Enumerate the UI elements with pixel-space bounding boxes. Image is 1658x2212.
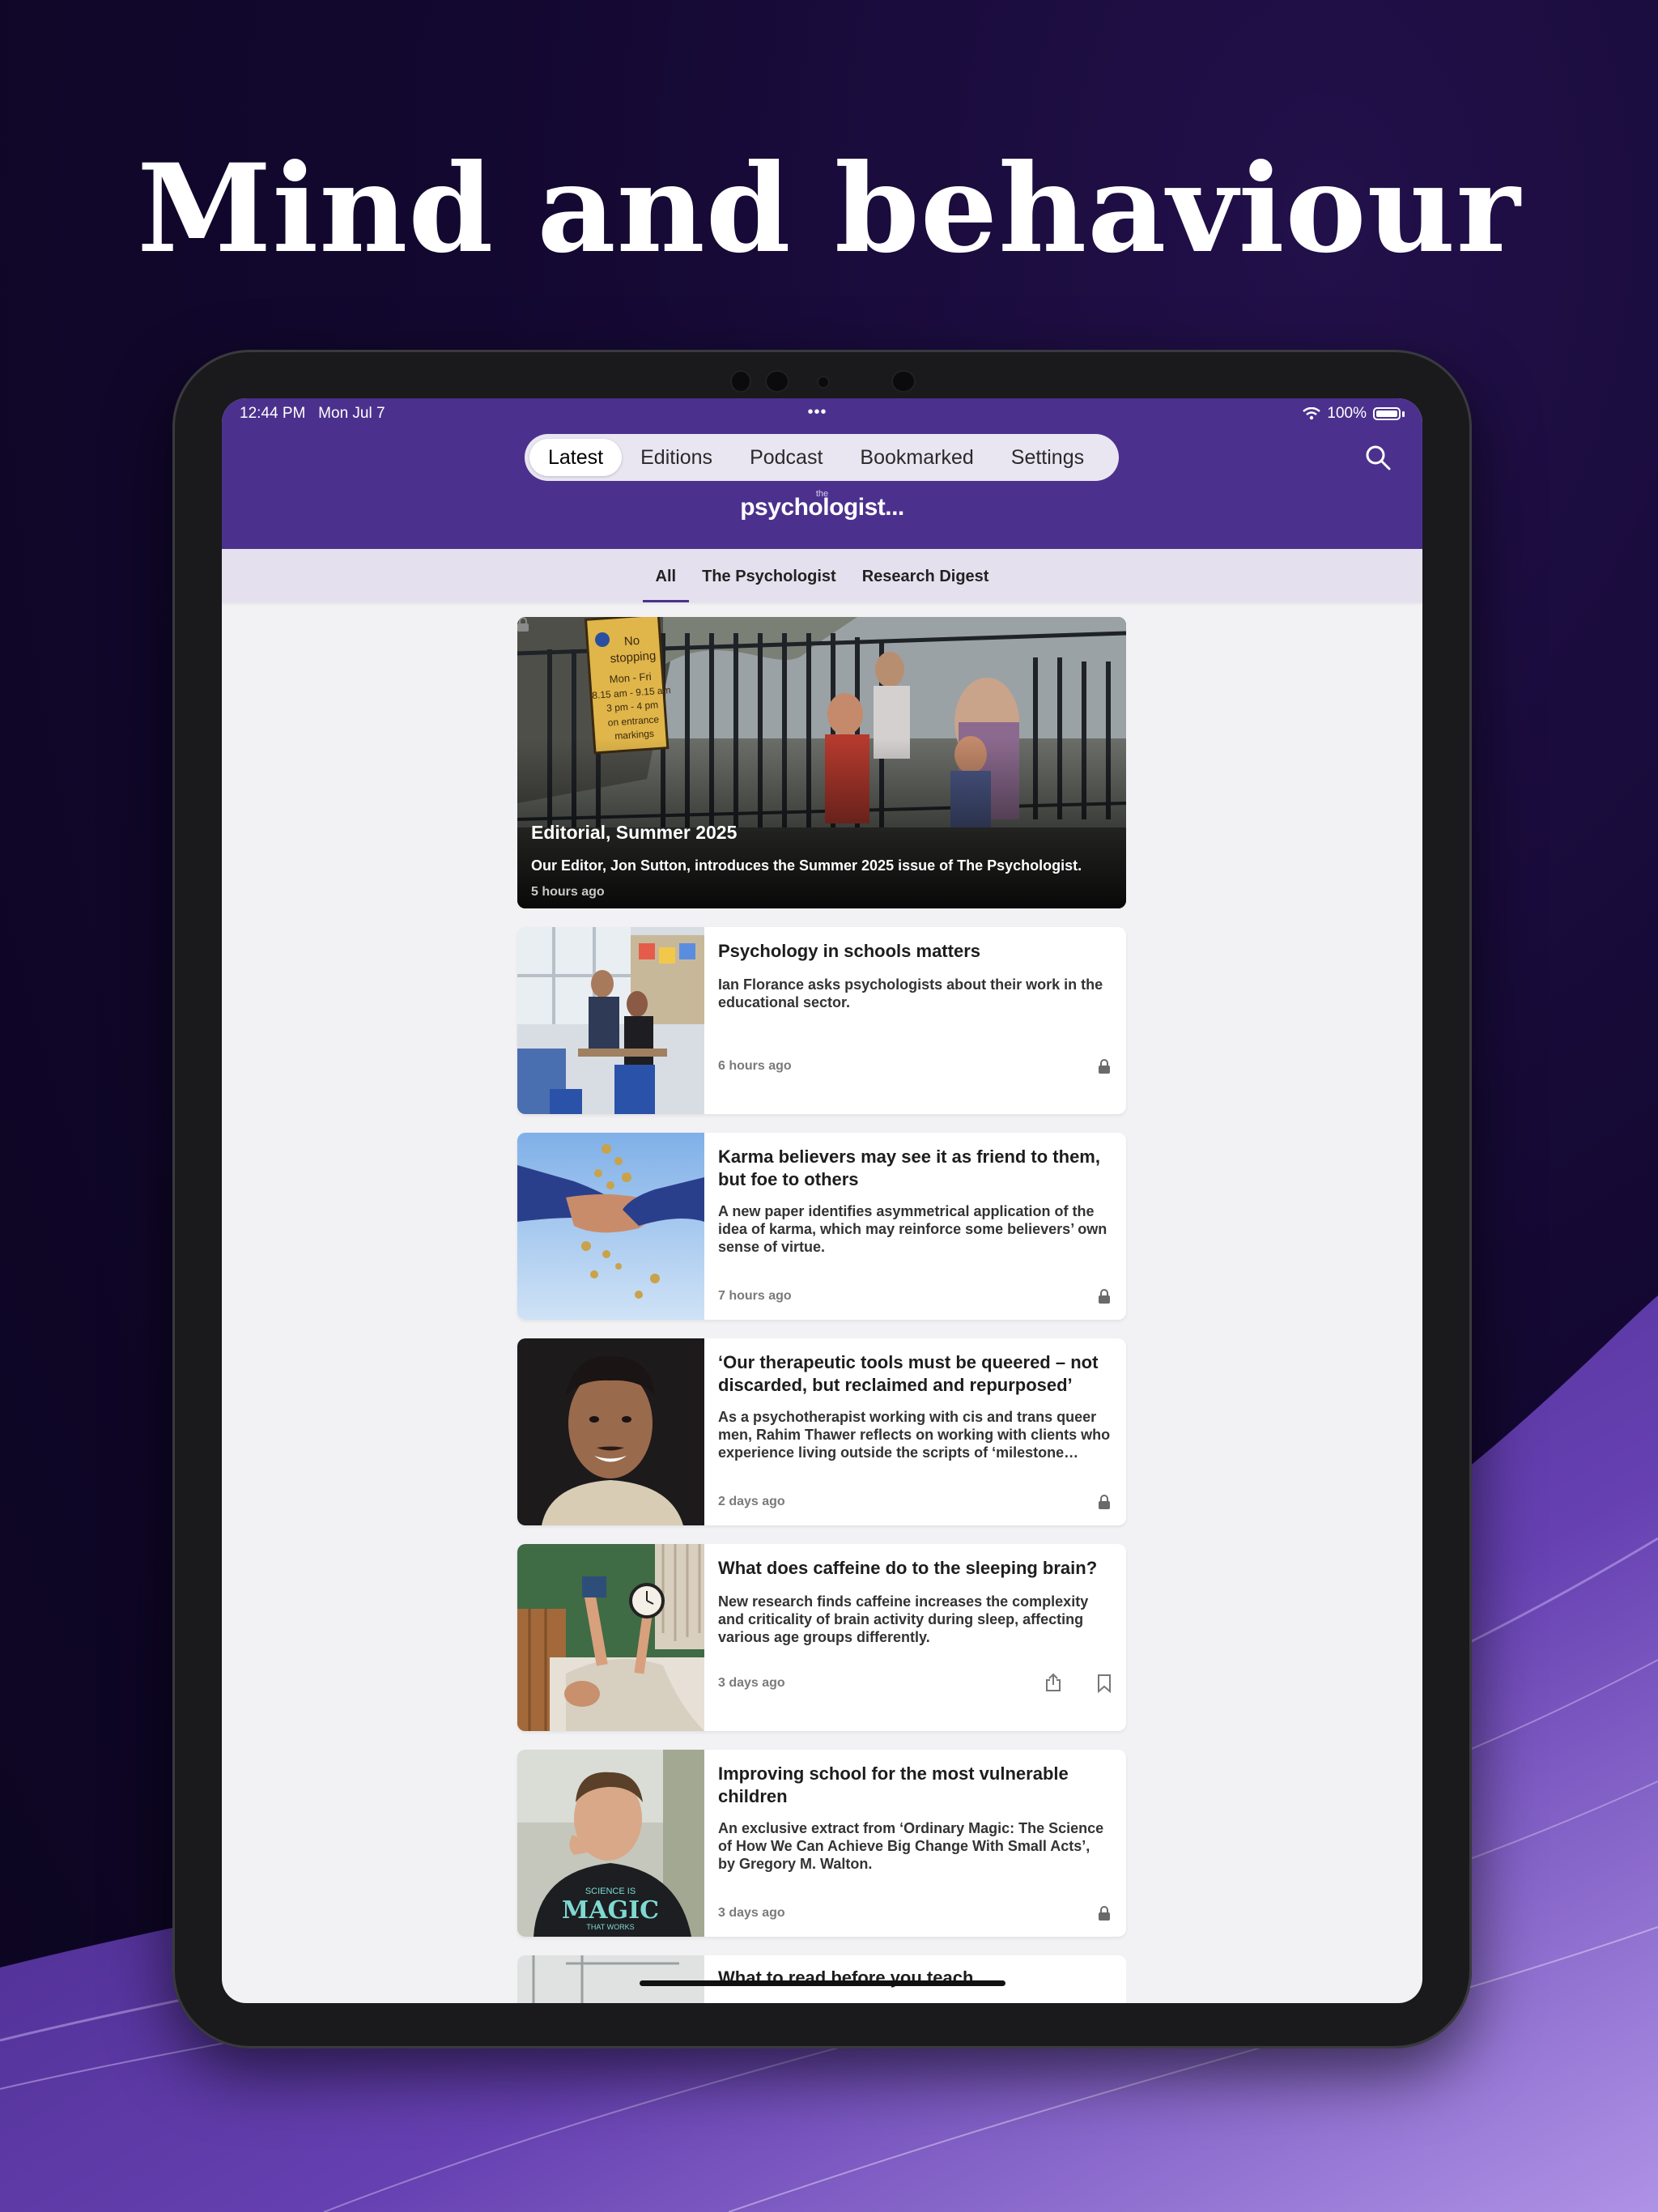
camera-sensor bbox=[817, 376, 830, 389]
camera-lens bbox=[730, 370, 751, 393]
tab-settings[interactable]: Settings bbox=[993, 439, 1103, 476]
article-feed: No stopping Mon - Fri 8.15 am - 9.15 am … bbox=[517, 617, 1126, 2003]
article-timestamp: 3 days ago bbox=[718, 1676, 785, 1690]
status-bar: 12:44 PM Mon Jul 7 ••• 100% bbox=[240, 403, 1405, 429]
multitask-dots[interactable]: ••• bbox=[808, 403, 827, 422]
bookmark-icon[interactable] bbox=[1097, 1674, 1112, 1693]
lock-icon bbox=[1099, 1059, 1110, 1074]
wifi-icon bbox=[1303, 407, 1321, 420]
ipad-frame: 12:44 PM Mon Jul 7 ••• 100% Latest Editi… bbox=[172, 350, 1472, 2048]
home-indicator[interactable] bbox=[640, 1980, 1005, 1986]
article-summary: As a psychotherapist working with cis an… bbox=[718, 1409, 1111, 1461]
article-timestamp: 6 hours ago bbox=[718, 1059, 792, 1073]
article-timestamp: 7 hours ago bbox=[718, 1289, 792, 1303]
article-title: Improving school for the most vulnerable… bbox=[718, 1763, 1069, 1806]
hero-timestamp: 5 hours ago bbox=[531, 885, 605, 899]
tab-podcast[interactable]: Podcast bbox=[731, 439, 841, 476]
camera-lens bbox=[891, 370, 916, 393]
tab-bookmarked[interactable]: Bookmarked bbox=[841, 439, 992, 476]
tab-latest[interactable]: Latest bbox=[529, 439, 623, 476]
lock-icon bbox=[517, 617, 529, 632]
article-title: Psychology in schools matters bbox=[718, 941, 980, 961]
shirt-print-line1: SCIENCE IS bbox=[585, 1887, 636, 1896]
share-icon[interactable] bbox=[1045, 1673, 1061, 1692]
filter-all[interactable]: All bbox=[642, 549, 690, 602]
article-card[interactable]: Karma believers may see it as friend to … bbox=[517, 1133, 1126, 1320]
lock-icon bbox=[1099, 1495, 1110, 1509]
app-screen: 12:44 PM Mon Jul 7 ••• 100% Latest Editi… bbox=[222, 398, 1422, 2003]
headline: Mind and behaviour bbox=[137, 138, 1521, 280]
search-icon[interactable] bbox=[1364, 444, 1392, 471]
article-thumbnail bbox=[517, 1955, 704, 2003]
article-title: What does caffeine do to the sleeping br… bbox=[718, 1558, 1098, 1578]
hero-summary: Our Editor, Jon Sutton, introduces the S… bbox=[531, 857, 1082, 874]
hero-article-card[interactable]: No stopping Mon - Fri 8.15 am - 9.15 am … bbox=[517, 617, 1126, 908]
status-right: 100% bbox=[1303, 405, 1405, 423]
status-time: 12:44 PM Mon Jul 7 bbox=[240, 405, 385, 422]
article-thumbnail bbox=[517, 1133, 704, 1320]
filter-the-psychologist[interactable]: The Psychologist bbox=[689, 549, 849, 602]
article-summary: An exclusive extract from ‘Ordinary Magi… bbox=[718, 1820, 1104, 1872]
article-summary: New research finds caffeine increases th… bbox=[718, 1593, 1089, 1645]
lock-icon bbox=[1099, 1289, 1110, 1304]
article-title: Karma believers may see it as friend to … bbox=[718, 1146, 1100, 1189]
article-thumbnail: SCIENCE IS MAGIC THAT WORKS bbox=[517, 1750, 704, 1937]
article-card[interactable]: What does caffeine do to the sleeping br… bbox=[517, 1544, 1126, 1731]
camera-lens bbox=[765, 370, 789, 393]
article-card[interactable]: Psychology in schools matters Ian Floran… bbox=[517, 927, 1126, 1114]
article-thumbnail bbox=[517, 1544, 704, 1731]
tab-editions[interactable]: Editions bbox=[622, 439, 731, 476]
battery-percent: 100% bbox=[1327, 405, 1367, 422]
filter-bar: All The Psychologist Research Digest bbox=[222, 549, 1422, 602]
article-thumbnail bbox=[517, 927, 704, 1114]
article-timestamp: 3 days ago bbox=[718, 1906, 785, 1920]
filter-research-digest[interactable]: Research Digest bbox=[849, 549, 1002, 602]
article-summary: A new paper identifies asymmetrical appl… bbox=[718, 1203, 1107, 1255]
psychologist-logo: the psychologist... bbox=[740, 489, 904, 521]
top-bar: 12:44 PM Mon Jul 7 ••• 100% Latest Editi… bbox=[222, 398, 1422, 549]
main-tabs: Latest Editions Podcast Bookmarked Setti… bbox=[525, 434, 1119, 481]
article-card[interactable]: SCIENCE IS MAGIC THAT WORKS Improving sc… bbox=[517, 1750, 1126, 1937]
hero-title: Editorial, Summer 2025 bbox=[531, 822, 738, 843]
shirt-print-line2: MAGIC bbox=[562, 1896, 659, 1925]
shirt-print-line3: THAT WORKS bbox=[586, 1923, 634, 1931]
article-summary: Ian Florance asks psychologists about th… bbox=[718, 976, 1103, 1010]
lock-icon bbox=[1099, 1906, 1110, 1921]
battery-icon bbox=[1373, 407, 1401, 420]
article-card-partial[interactable]: What to read before you teach bbox=[517, 1955, 1126, 2003]
article-title: ‘Our therapeutic tools must be queered –… bbox=[718, 1352, 1099, 1395]
svg-text:No: No bbox=[623, 634, 640, 649]
article-timestamp: 2 days ago bbox=[718, 1495, 785, 1508]
article-card[interactable]: ‘Our therapeutic tools must be queered –… bbox=[517, 1338, 1126, 1525]
article-thumbnail bbox=[517, 1338, 704, 1525]
